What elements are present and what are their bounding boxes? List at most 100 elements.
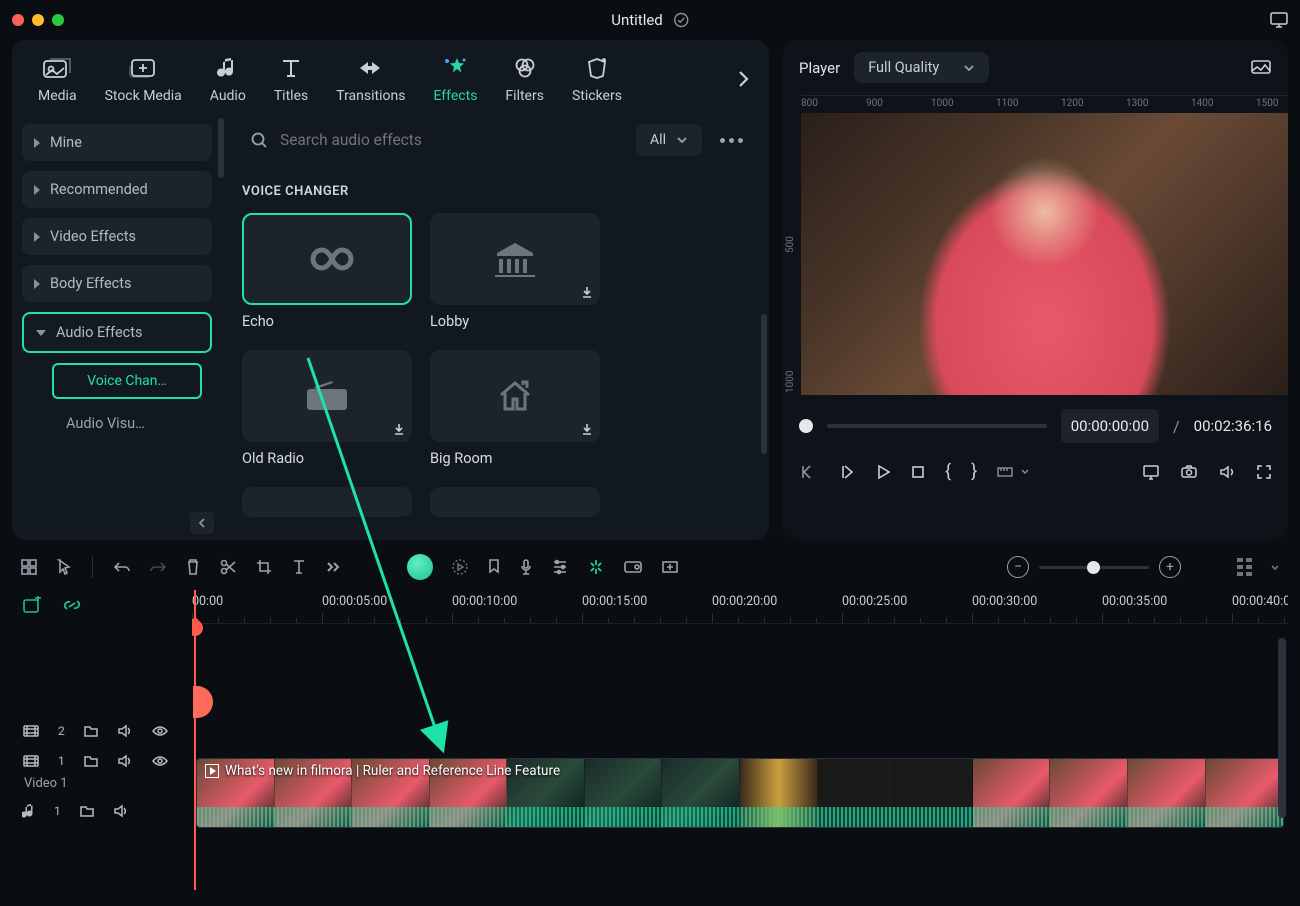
undo-icon[interactable] <box>113 560 131 574</box>
text-tool-icon[interactable] <box>291 558 307 576</box>
prev-frame-icon[interactable] <box>799 464 817 480</box>
close-window-icon[interactable] <box>12 14 24 26</box>
sidebar-item-video-effects[interactable]: Video Effects <box>22 218 212 255</box>
effect-thumb-more[interactable] <box>430 487 600 517</box>
video-track-icon <box>22 724 40 738</box>
speed-icon[interactable] <box>623 559 643 575</box>
zoom-out-icon[interactable]: − <box>1007 556 1029 578</box>
zoom-slider[interactable] <box>1039 566 1149 569</box>
step-back-icon[interactable] <box>837 464 855 480</box>
effect-card-big-room: Big Room <box>430 350 600 467</box>
sidebar-collapse-icon[interactable] <box>190 512 214 534</box>
add-media-track-icon[interactable] <box>22 596 42 614</box>
effect-thumb-old-radio[interactable] <box>242 350 412 442</box>
effect-thumb-echo[interactable] <box>242 213 412 305</box>
marker-icon[interactable] <box>487 558 501 576</box>
effect-thumb-big-room[interactable] <box>430 350 600 442</box>
sidebar-subitem-audio-visualizer[interactable]: Audio Visu… <box>62 409 212 438</box>
preview-viewport[interactable] <box>801 113 1288 395</box>
track-header-video1[interactable]: 1 <box>12 746 192 776</box>
minimize-window-icon[interactable] <box>32 14 44 26</box>
quality-select[interactable]: Full Quality <box>854 52 989 83</box>
tab-media[interactable]: Media <box>38 54 77 104</box>
volume-icon[interactable] <box>1218 464 1236 480</box>
sidebar-item-audio-effects[interactable]: Audio Effects <box>22 312 212 353</box>
audio-mixer-icon[interactable] <box>551 559 569 575</box>
ruler-toggle-icon[interactable] <box>997 465 1029 479</box>
time-separator: / <box>1173 417 1180 436</box>
mark-out-icon[interactable]: } <box>971 461 977 482</box>
visibility-icon[interactable] <box>151 725 169 737</box>
chevron-down-icon <box>676 136 688 144</box>
stop-icon[interactable] <box>911 465 925 479</box>
mute-track-icon[interactable] <box>113 804 129 818</box>
auto-beat-icon[interactable] <box>587 558 605 576</box>
more-options-icon[interactable] <box>714 132 749 149</box>
effect-card-old-radio: Old Radio <box>242 350 412 467</box>
video-lane-1[interactable]: What’s new in filmora | Ruler and Refere… <box>192 758 1288 828</box>
mute-track-icon[interactable] <box>117 754 133 768</box>
tab-titles[interactable]: Titles <box>274 54 308 104</box>
display-out-icon[interactable] <box>1142 464 1160 480</box>
section-header: VOICE CHANGER <box>242 184 749 199</box>
player-controls: { } <box>783 451 1288 496</box>
more-tools-icon[interactable] <box>325 561 341 573</box>
seek-bar[interactable] <box>827 424 1047 428</box>
voiceover-icon[interactable] <box>519 558 533 576</box>
filter-select[interactable]: All <box>636 124 702 156</box>
tab-transitions[interactable]: Transitions <box>336 54 405 104</box>
timeline-scrollbar[interactable] <box>1278 638 1286 818</box>
visibility-icon[interactable] <box>151 755 169 767</box>
delete-icon[interactable] <box>185 558 201 576</box>
video-track-icon <box>22 754 40 768</box>
content-scrollbar[interactable] <box>761 314 767 454</box>
play-icon[interactable] <box>875 464 891 480</box>
tracks-area[interactable]: 00:0000:00:05:0000:00:10:0000:00:15:0000… <box>192 590 1288 890</box>
effect-thumb-more[interactable] <box>242 487 412 517</box>
zoom-in-icon[interactable]: + <box>1159 556 1181 578</box>
crop-icon[interactable] <box>255 558 273 576</box>
ai-assistant-icon[interactable] <box>407 554 433 580</box>
fullscreen-icon[interactable] <box>1256 464 1272 480</box>
effect-thumb-lobby[interactable] <box>430 213 600 305</box>
playhead[interactable] <box>194 590 196 890</box>
select-tool-icon[interactable] <box>56 558 72 576</box>
link-tracks-icon[interactable] <box>62 596 82 614</box>
sidebar-item-mine[interactable]: Mine <box>22 124 212 161</box>
download-icon[interactable] <box>392 422 406 436</box>
snapshot-icon[interactable] <box>1250 59 1272 77</box>
track-view-icon[interactable] <box>1237 558 1252 576</box>
tab-stock-media[interactable]: Stock Media <box>105 54 182 104</box>
search-input[interactable] <box>280 131 616 149</box>
download-icon[interactable] <box>580 285 594 299</box>
keyframe-icon[interactable] <box>661 560 679 574</box>
sidebar-item-recommended[interactable]: Recommended <box>22 171 212 208</box>
folder-icon <box>79 804 95 818</box>
tab-stickers[interactable]: Stickers <box>572 54 622 104</box>
mark-in-icon[interactable]: { <box>945 461 951 482</box>
split-icon[interactable] <box>219 558 237 576</box>
house-icon <box>495 379 535 413</box>
add-track-icon[interactable] <box>20 558 38 576</box>
clip-play-icon <box>205 764 219 778</box>
redo-icon[interactable] <box>149 560 167 574</box>
effect-lane[interactable] <box>192 630 1288 726</box>
camera-icon[interactable] <box>1180 465 1198 479</box>
display-settings-icon[interactable] <box>1270 12 1288 28</box>
track-view-menu-icon[interactable] <box>1270 564 1280 571</box>
video-clip[interactable]: What’s new in filmora | Ruler and Refere… <box>196 758 1284 828</box>
render-icon[interactable] <box>451 558 469 576</box>
tab-audio[interactable]: Audio <box>210 54 246 104</box>
mute-track-icon[interactable] <box>117 724 133 738</box>
maximize-window-icon[interactable] <box>52 14 64 26</box>
sidebar-subitem-voice-changer[interactable]: Voice Chan… <box>52 363 202 399</box>
sidebar-item-body-effects[interactable]: Body Effects <box>22 265 212 302</box>
track-header-fx[interactable]: 2 <box>12 716 192 746</box>
seek-playhead[interactable] <box>799 419 813 433</box>
tab-effects[interactable]: Effects <box>433 54 477 104</box>
track-header-audio[interactable]: 1 <box>12 795 192 827</box>
tabs-scroll-right-icon[interactable] <box>737 69 749 89</box>
download-icon[interactable] <box>580 422 594 436</box>
timeline-ruler[interactable]: 00:0000:00:05:0000:00:10:0000:00:15:0000… <box>192 590 1288 624</box>
tab-filters[interactable]: Filters <box>505 54 544 104</box>
